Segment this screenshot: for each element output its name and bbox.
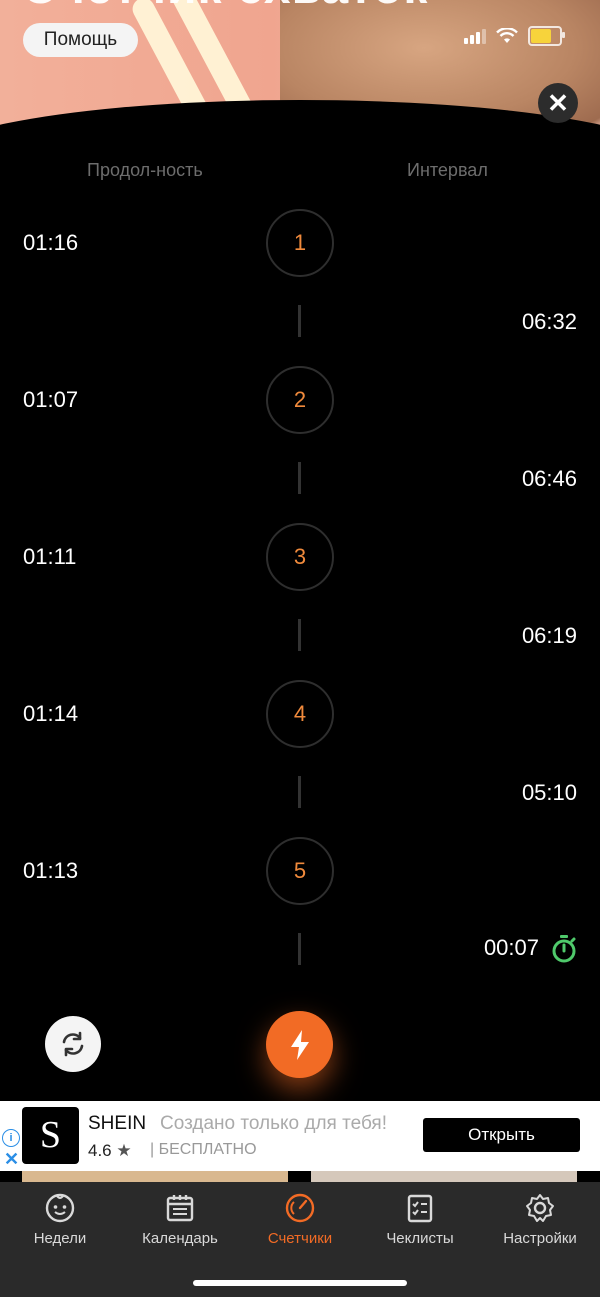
contraction-number: 3 [266, 523, 334, 591]
duration-column-header: Продол-ность [87, 160, 203, 180]
tab-label: Недели [33, 1230, 87, 1247]
ad-open-button[interactable]: Открыть [423, 1118, 580, 1152]
gear-icon [526, 1194, 554, 1222]
interval-value: 06:19 [521, 623, 577, 648]
ad-image-strip [311, 1171, 577, 1182]
tab-weeks[interactable]: Недели [0, 1192, 120, 1247]
header-photo: Счётчик схваток [0, 0, 600, 140]
timeline-connector [298, 933, 301, 965]
tab-label: Настройки [503, 1230, 577, 1247]
interval-value: 05:10 [521, 780, 577, 805]
contraction-number: 5 [266, 837, 334, 905]
ad-brand-name: SHEIN [88, 1113, 147, 1134]
timer-icon [285, 1193, 315, 1223]
ad-app-logo: S [22, 1107, 79, 1164]
duration-value: 01:16 [23, 230, 79, 255]
wifi-icon [496, 28, 518, 43]
close-button[interactable]: ✕ [538, 83, 578, 123]
ad-rating: 4.6 ★ [88, 1141, 132, 1161]
status-bar-icons [464, 26, 565, 46]
timeline-connector [298, 305, 301, 337]
contraction-number: 1 [266, 209, 334, 277]
ad-close-icon[interactable]: ✕ [4, 1149, 19, 1170]
ad-price: | БЕСПЛАТНО [150, 1141, 257, 1158]
tab-calendar[interactable]: Календарь [120, 1192, 240, 1247]
interval-value: 06:32 [521, 309, 577, 334]
duration-value: 01:07 [23, 387, 79, 412]
interval-column-header: Интервал [407, 160, 488, 180]
battery-icon [528, 26, 565, 46]
star-icon: ★ [116, 1141, 132, 1160]
duration-value: 01:13 [23, 858, 79, 883]
timeline-connector [298, 619, 301, 651]
refresh-icon [62, 1031, 84, 1057]
timeline-connector [298, 462, 301, 494]
current-interval: 00:07 [484, 934, 577, 964]
help-button[interactable]: Помощь [23, 23, 138, 57]
home-indicator[interactable] [193, 1280, 407, 1286]
interval-value: 06:46 [521, 466, 577, 491]
tab-label: Счетчики [267, 1230, 333, 1247]
start-contraction-button[interactable] [266, 1011, 333, 1078]
page-title: Счётчик схваток [22, 0, 428, 15]
lightning-icon [290, 1029, 309, 1060]
tab-counters[interactable]: Счетчики [240, 1192, 360, 1247]
ad-info-icon[interactable]: i [2, 1129, 20, 1147]
signal-icon [464, 28, 486, 44]
checklist-icon [407, 1194, 433, 1223]
reset-button[interactable] [45, 1016, 101, 1072]
calendar-icon [166, 1195, 194, 1222]
tab-label: Чеклисты [386, 1230, 454, 1247]
baby-face-icon [45, 1193, 75, 1223]
ad-rating-value: 4.6 [88, 1141, 112, 1160]
duration-value: 01:14 [23, 701, 79, 726]
ad-image-strip [22, 1171, 288, 1182]
stopwatch-icon [552, 935, 576, 963]
ad-promo-text: Создано только для тебя! [160, 1113, 387, 1134]
contraction-number: 2 [266, 366, 334, 434]
interval-value: 00:07 [483, 934, 539, 960]
timeline-connector [298, 776, 301, 808]
contraction-number: 4 [266, 680, 334, 748]
tab-label: Календарь [142, 1230, 218, 1247]
ad-banner[interactable]: i ✕ S Создано только для тебя! SHEIN 4.6… [0, 1101, 600, 1171]
duration-value: 01:11 [23, 544, 77, 569]
tab-checklists[interactable]: Чеклисты [360, 1192, 480, 1247]
tab-settings[interactable]: Настройки [480, 1192, 600, 1247]
